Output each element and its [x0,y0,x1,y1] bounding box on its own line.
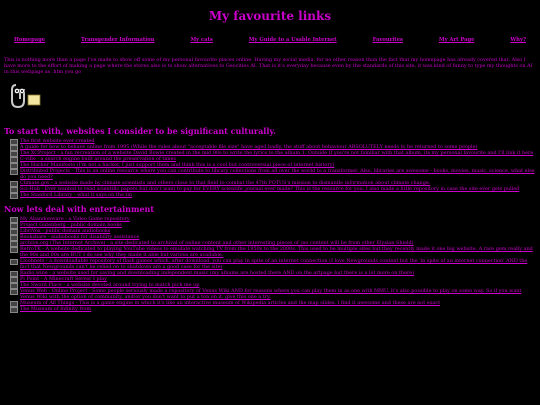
folder-icon [10,259,18,265]
list-item[interactable]: The Museum of Infinity from [8,306,536,313]
nav-my-art-page[interactable]: My Art Page [439,37,475,43]
folder-icon [10,247,18,253]
folder-icon [10,289,18,295]
nav-usable-internet-guide[interactable]: My Guide to a Usable Internet [249,37,337,43]
section-heading-cultural: To start with, websites I consider to be… [4,126,276,136]
intro-paragraph: This is nothing more than a page I've ma… [4,57,533,75]
nav-why[interactable]: Why? [510,37,526,43]
list-item[interactable]: Venus Web - Online Project - Some people… [8,288,536,300]
list-item[interactable]: Lloobnets - a downloadable repository of… [8,258,536,270]
entertainment-links-list: My Abandonware - a Video Game repository… [0,216,540,313]
page-title: My favourite links [208,9,332,23]
folder-icon [10,307,18,313]
cultural-links-list: The first website ever created A guide f… [0,138,540,199]
list-item[interactable]: The Stanford Library - what it says on t… [8,192,536,199]
list-item[interactable]: RetroTK - A website dedicated to playing… [8,246,536,258]
nav-homepage[interactable]: Homepage [14,37,45,43]
section-heading-entertainment: Now lets deal with entertainment [4,204,155,214]
nav-transgender-info[interactable]: Transgender Information [81,37,155,43]
nav-my-cats[interactable]: My cats [190,37,212,43]
clippy-icon [8,81,42,109]
nav-favourites[interactable]: Favourites [373,37,403,43]
top-nav: Homepage Transgender Information My cats… [0,37,540,43]
list-item[interactable]: Distributed Projects - This is an online… [8,168,536,180]
folder-icon [10,169,18,175]
folder-icon [10,193,18,199]
